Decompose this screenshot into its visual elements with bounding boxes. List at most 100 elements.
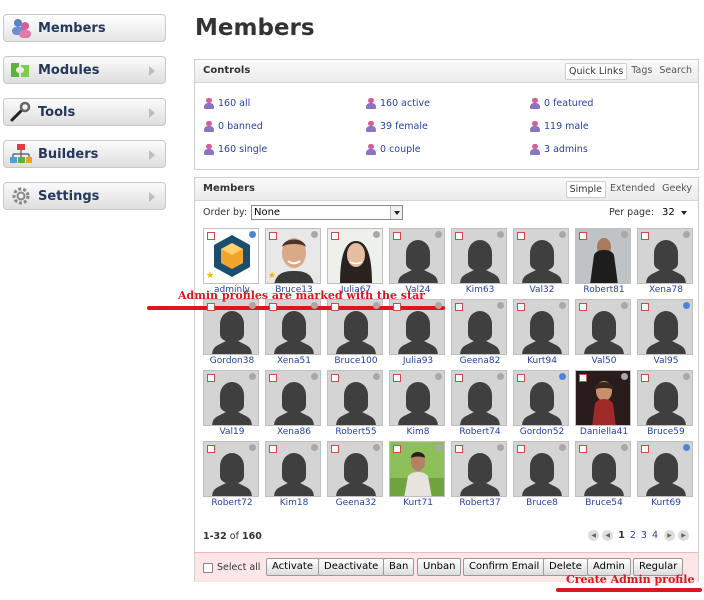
member-name-link[interactable]: Kurt71 [383,498,453,508]
member-name-link[interactable]: Xena78 [631,285,701,295]
select-all-checkbox[interactable] [203,562,213,573]
confirm-email-button[interactable]: Confirm Email [463,558,546,576]
member-name-link[interactable]: Robert81 [569,285,639,295]
member-name-link[interactable]: Bruce100 [321,356,391,366]
member-select-checkbox[interactable] [393,303,401,311]
tab-simple[interactable]: Simple [565,181,607,198]
member-select-checkbox[interactable] [393,445,401,453]
member-card[interactable]: Robert74 [451,370,509,442]
member-name-link[interactable]: Julia93 [383,356,453,366]
member-card[interactable]: Bruce59 [637,370,695,442]
member-photo[interactable] [451,441,507,497]
member-name-link[interactable]: Xena86 [259,427,329,437]
member-card[interactable]: Bruce8 [513,441,571,513]
member-card[interactable]: Robert72 [203,441,261,513]
member-photo[interactable] [327,228,383,284]
member-photo[interactable] [637,441,693,497]
member-select-checkbox[interactable] [517,232,525,240]
member-card[interactable]: Kim63 [451,228,509,300]
member-photo[interactable] [575,441,631,497]
last-page-icon[interactable]: ▶ [678,530,689,541]
member-select-checkbox[interactable] [269,303,277,311]
member-photo[interactable] [637,228,693,284]
member-select-checkbox[interactable] [641,374,649,382]
page-2[interactable]: 2 [630,530,636,541]
quick-link[interactable]: 160 active [365,98,430,109]
member-card[interactable]: Robert55 [327,370,385,442]
member-name-link[interactable]: Kurt69 [631,498,701,508]
member-name-link[interactable]: Bruce8 [507,498,577,508]
member-photo[interactable] [265,370,321,426]
member-select-checkbox[interactable] [579,303,587,311]
member-select-checkbox[interactable] [455,445,463,453]
member-name-link[interactable]: Val32 [507,285,577,295]
member-photo[interactable] [513,441,569,497]
member-select-checkbox[interactable] [393,374,401,382]
member-photo[interactable] [451,370,507,426]
nav-item-builders[interactable]: Builders [3,140,166,168]
member-photo[interactable] [203,441,259,497]
member-name-link[interactable]: Geena32 [321,498,391,508]
member-card[interactable]: Xena78 [637,228,695,300]
quick-link[interactable]: 3 admins [529,144,588,155]
member-card[interactable]: Xena86 [265,370,323,442]
member-card[interactable]: Val95 [637,299,695,371]
member-photo[interactable] [575,299,631,355]
member-name-link[interactable]: Kim18 [259,498,329,508]
nav-item-tools[interactable]: Tools [3,98,166,126]
page-4[interactable]: 4 [652,530,658,541]
nav-item-members[interactable]: Members [3,14,166,42]
tab-extended[interactable]: Extended [607,181,658,198]
member-name-link[interactable]: Robert74 [445,427,515,437]
tab-search[interactable]: Search [656,63,695,80]
member-select-checkbox[interactable] [517,445,525,453]
member-name-link[interactable]: Robert55 [321,427,391,437]
quick-link[interactable]: 0 featured [529,98,593,109]
member-photo[interactable]: ★ [265,228,321,284]
member-card[interactable]: Gordon52 [513,370,571,442]
member-name-link[interactable]: Val50 [569,356,639,366]
prev-page-icon[interactable]: ◀ [602,530,614,541]
member-photo[interactable] [389,228,445,284]
member-photo[interactable] [637,299,693,355]
tab-quick-links[interactable]: Quick Links [565,63,628,80]
member-card[interactable]: Daniella41 [575,370,633,442]
member-name-link[interactable]: Daniella41 [569,427,639,437]
member-card[interactable]: Geena32 [327,441,385,513]
member-photo[interactable] [327,370,383,426]
tab-tags[interactable]: Tags [628,63,655,80]
member-select-checkbox[interactable] [455,303,463,311]
member-select-checkbox[interactable] [455,232,463,240]
next-page-icon[interactable]: ▶ [664,530,675,541]
member-photo[interactable] [203,370,259,426]
member-name-link[interactable]: Gordon52 [507,427,577,437]
member-name-link[interactable]: Geena82 [445,356,515,366]
order-by-select[interactable]: None [251,205,403,220]
member-name-link[interactable]: Xena51 [259,356,329,366]
nav-item-modules[interactable]: Modules [3,56,166,84]
nav-item-settings[interactable]: Settings [3,182,166,210]
member-photo[interactable] [389,441,445,497]
member-card[interactable]: Kim8 [389,370,447,442]
member-name-link[interactable]: Robert37 [445,498,515,508]
member-card[interactable]: Robert37 [451,441,509,513]
first-page-icon[interactable]: ◀ [588,530,600,541]
member-card[interactable]: Geena82 [451,299,509,371]
member-photo[interactable] [513,370,569,426]
select-all[interactable]: Select all [203,562,260,573]
member-select-checkbox[interactable] [517,374,525,382]
ban-button[interactable]: Ban [383,558,415,576]
member-name-link[interactable]: Kim63 [445,285,515,295]
member-select-checkbox[interactable] [517,303,525,311]
quick-link[interactable]: 119 male [529,121,589,132]
quick-link[interactable]: 39 female [365,121,428,132]
member-card[interactable]: Kurt69 [637,441,695,513]
member-name-link[interactable]: Kurt94 [507,356,577,366]
member-photo[interactable] [265,441,321,497]
member-name-link[interactable]: Kim8 [383,427,453,437]
per-page-select[interactable]: 32 [659,205,691,220]
member-select-checkbox[interactable] [269,232,277,240]
page-3[interactable]: 3 [641,530,647,541]
member-name-link[interactable]: Bruce59 [631,427,701,437]
member-select-checkbox[interactable] [207,232,215,240]
